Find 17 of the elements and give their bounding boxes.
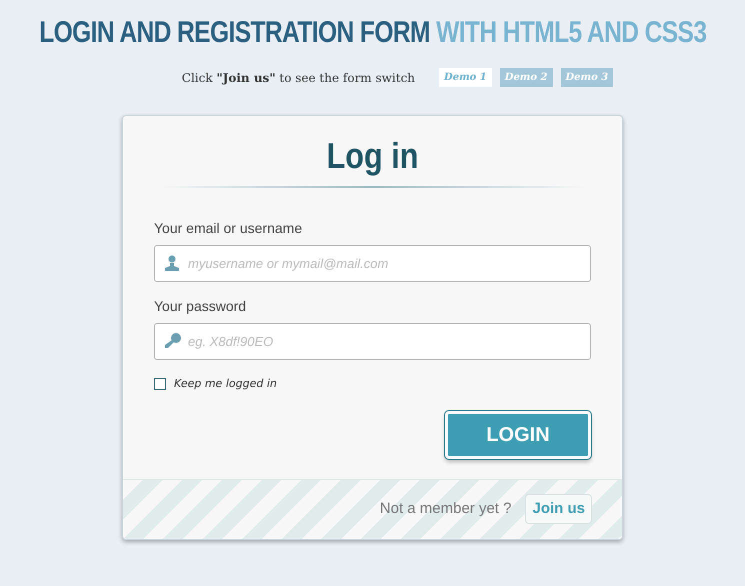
page-title: LOGIN AND REGISTRATION FORM WITH HTML5 AND CSS3 [38,15,706,51]
key-icon [165,333,181,349]
field-label: Your password [154,297,248,316]
input-field[interactable]: myusername or mymail@mail.com [154,245,591,282]
user-icon [165,255,179,271]
field-label: Your email or username [154,219,304,238]
checkbox[interactable] [154,378,166,390]
input-field[interactable]: eg. X8df!90EO [154,323,591,360]
footer-text: Not a member yet ? [380,498,512,519]
demo-link[interactable]: Demo 2 [500,68,552,87]
demo-link[interactable]: Demo 1 [439,68,492,87]
form-title: Log in [326,134,420,178]
login-button[interactable]: LOGIN [445,410,591,458]
join-link[interactable]: Join us [525,494,592,524]
checkbox-label: Keep me logged in [174,376,277,392]
demo-link[interactable]: Demo 3 [560,68,614,87]
hint-text: Click "Join us" to see the form switch [182,70,416,86]
